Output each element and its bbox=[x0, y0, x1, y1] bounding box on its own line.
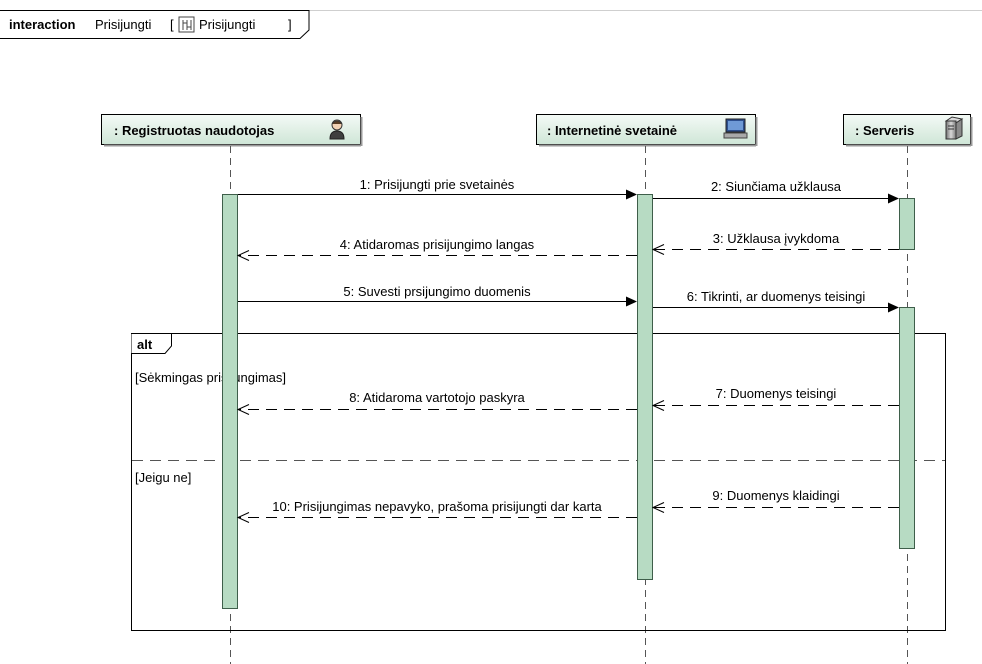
message-label: 8: Atidaroma vartotojo paskyra bbox=[349, 390, 525, 405]
message-label: 2: Siunčiama užklausa bbox=[711, 179, 842, 194]
lifeline-label: : Internetinė svetainė bbox=[547, 123, 677, 138]
activation-bar-server[interactable] bbox=[899, 198, 915, 250]
lifeline-label: : Registruotas naudotojas bbox=[114, 123, 274, 138]
message-3[interactable]: 3: Užklausa įvykdoma bbox=[651, 231, 899, 255]
message-2[interactable]: 2: Siunčiama užklausa bbox=[653, 179, 899, 204]
interaction-ref-icon bbox=[178, 16, 195, 33]
message-4[interactable]: 4: Atidaromas prisijungimo langas bbox=[236, 237, 637, 261]
message-6[interactable]: 6: Tikrinti, ar duomenys teisingi bbox=[653, 289, 899, 313]
interaction-frame: interaction Prisijungti [ Prisijungti ] bbox=[0, 10, 982, 39]
message-label: 3: Užklausa įvykdoma bbox=[713, 231, 840, 246]
activation-bar-user[interactable] bbox=[222, 194, 238, 609]
message-label: 5: Suvesti prsijungimo duomenis bbox=[343, 284, 531, 299]
message-label: 6: Tikrinti, ar duomenys teisingi bbox=[687, 289, 866, 304]
message-label: 1: Prisijungti prie svetainės bbox=[360, 177, 515, 192]
message-5[interactable]: 5: Suvesti prsijungimo duomenis bbox=[238, 284, 637, 307]
activation-bar-server[interactable] bbox=[899, 307, 915, 549]
activation-bar-web[interactable] bbox=[637, 194, 653, 580]
server-icon bbox=[944, 116, 964, 140]
lifeline-label: : Serveris bbox=[855, 123, 914, 138]
guard-label: [Jeigu ne] bbox=[135, 470, 191, 485]
svg-text:[: [ bbox=[170, 17, 174, 32]
message-8[interactable]: 8: Atidaroma vartotojo paskyra bbox=[236, 390, 637, 415]
guard-label: [Sėkmingas prisijungimas] bbox=[135, 370, 286, 385]
svg-text:]: ] bbox=[288, 17, 292, 32]
sequence-diagram: interaction Prisijungti [ Prisijungti ] … bbox=[0, 10, 982, 664]
combined-fragment-alt: alt [Sėkmingas prisijungimas] [Jeigu ne] bbox=[131, 333, 946, 631]
message-label: 10: Prisijungimas nepavyko, prašoma pris… bbox=[272, 499, 602, 514]
message-9[interactable]: 9: Duomenys klaidingi bbox=[651, 488, 899, 513]
message-label: 7: Duomenys teisingi bbox=[716, 386, 837, 401]
message-7[interactable]: 7: Duomenys teisingi bbox=[651, 386, 899, 411]
frame-keyword: interaction bbox=[9, 17, 76, 32]
message-10[interactable]: 10: Prisijungimas nepavyko, prašoma pris… bbox=[236, 499, 637, 523]
computer-icon bbox=[723, 118, 748, 139]
message-label: 9: Duomenys klaidingi bbox=[712, 488, 839, 503]
frame-ref-name: Prisijungti bbox=[199, 17, 255, 32]
message-1[interactable]: 1: Prisijungti prie svetainės bbox=[238, 177, 637, 200]
frame-name: Prisijungti bbox=[95, 17, 151, 32]
fragment-operator: alt bbox=[137, 337, 153, 352]
message-label: 4: Atidaromas prisijungimo langas bbox=[340, 237, 535, 252]
